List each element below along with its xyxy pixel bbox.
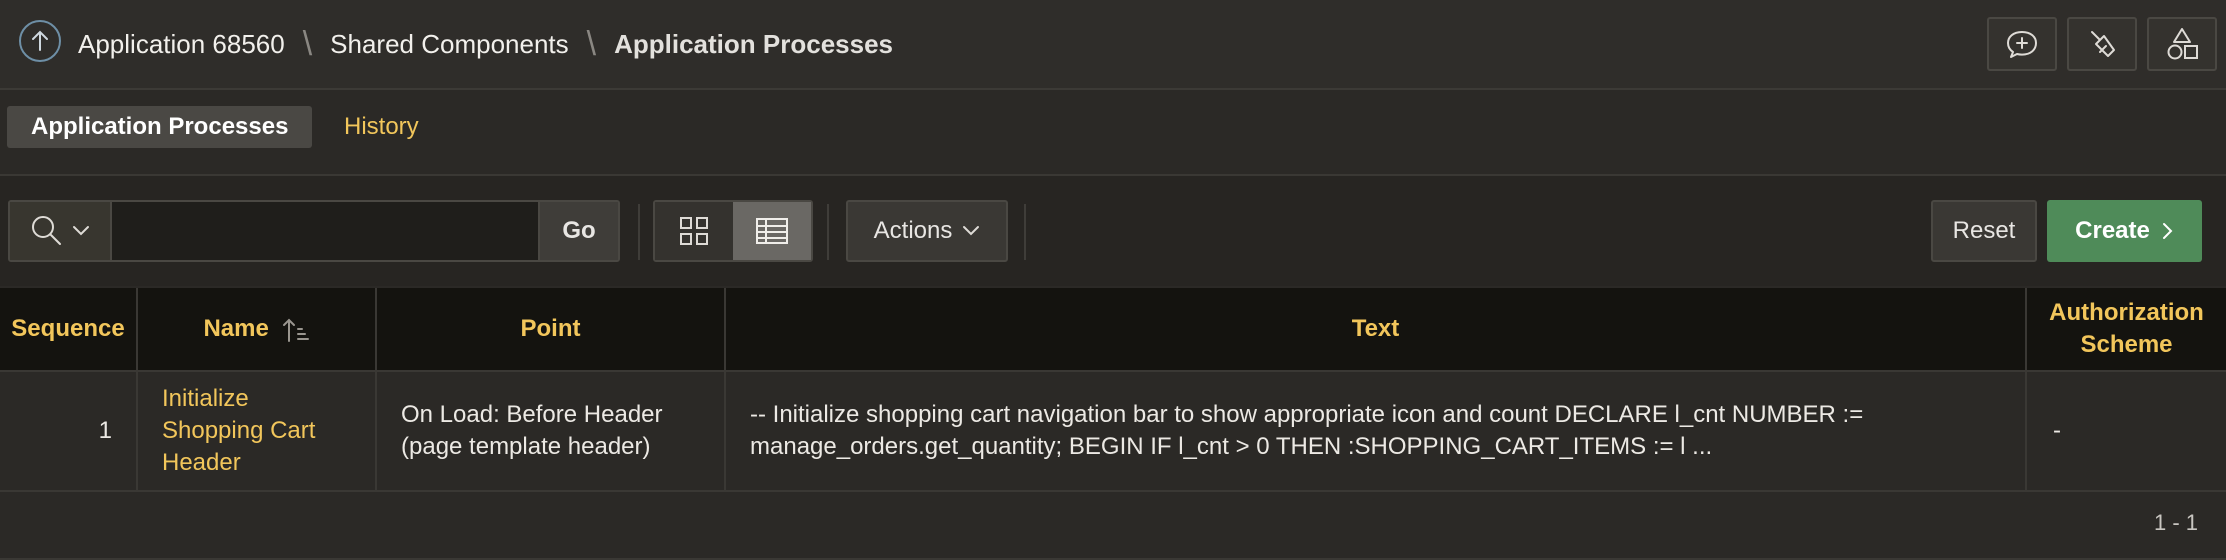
shared-components-button[interactable]	[2147, 17, 2217, 71]
sort-ascending-icon	[282, 318, 309, 342]
breadcrumb-separator: \	[302, 24, 313, 63]
column-header-authorization-scheme[interactable]: Authorization Scheme	[2026, 288, 2226, 372]
cell-sequence: 1	[0, 371, 138, 492]
cell-point: On Load: Before Header (page template he…	[376, 371, 726, 492]
table-header-row: Sequence Name Point Text Authorization S…	[0, 288, 2226, 372]
search-icon	[32, 216, 61, 245]
toolbar-divider	[827, 204, 829, 260]
toolbar-divider	[1024, 204, 1026, 260]
up-arrow-icon	[32, 30, 48, 51]
breadcrumb: Application 68560 \ Shared Components \ …	[78, 24, 893, 63]
table-footer: 1 - 1	[0, 492, 2226, 560]
chevron-down-icon	[963, 226, 980, 236]
cell-text: -- Initialize shopping cart navigation b…	[725, 371, 2027, 492]
chevron-down-icon	[73, 226, 89, 236]
go-button[interactable]: Go	[538, 202, 618, 260]
report-toolbar: Go Actions Reset Create	[0, 176, 2226, 286]
table-row: 1 Initialize Shopping Cart Header On Loa…	[0, 371, 2226, 492]
cell-authorization-scheme: -	[2026, 371, 2226, 492]
actions-menu-button[interactable]: Actions	[846, 200, 1008, 262]
actions-label: Actions	[873, 217, 953, 244]
sweep-button[interactable]	[2067, 17, 2137, 71]
search-group: Go	[8, 200, 620, 262]
pagination-range: 1 - 1	[2153, 510, 2198, 535]
report-view-button[interactable]	[733, 202, 811, 260]
shapes-icon	[2167, 28, 2198, 60]
chevron-right-icon	[2162, 223, 2173, 239]
column-header-name[interactable]: Name	[137, 288, 377, 372]
breadcrumb-separator: \	[586, 24, 597, 63]
breadcrumb-current: Application Processes	[614, 28, 893, 59]
tab-application-processes[interactable]: Application Processes	[7, 106, 313, 148]
create-button[interactable]: Create	[2047, 200, 2202, 262]
report-view-icon	[756, 218, 788, 244]
toolbar-divider	[638, 204, 640, 260]
breadcrumb-application[interactable]: Application 68560	[78, 29, 285, 60]
grid-view-icon	[680, 217, 708, 245]
create-label: Create	[2075, 217, 2150, 244]
feedback-icon	[2007, 31, 2037, 58]
processes-table: Sequence Name Point Text Authorization S…	[0, 288, 2226, 492]
column-header-sequence[interactable]: Sequence	[0, 288, 138, 372]
search-column-selector[interactable]	[10, 202, 112, 260]
tab-bar: Application Processes History	[0, 92, 2226, 176]
up-navigation-button[interactable]	[19, 20, 61, 62]
reset-button[interactable]: Reset	[1931, 200, 2037, 262]
column-header-point[interactable]: Point	[376, 288, 726, 372]
view-toggle	[653, 200, 813, 262]
grid-view-button[interactable]	[655, 202, 733, 260]
column-header-name-label: Name	[203, 315, 269, 342]
sweep-icon	[2091, 31, 2115, 57]
column-header-text[interactable]: Text	[725, 288, 2027, 372]
top-bar: Application 68560 \ Shared Components \ …	[0, 0, 2226, 90]
tab-history[interactable]: History	[320, 106, 443, 148]
feedback-button[interactable]	[1987, 17, 2057, 71]
breadcrumb-shared-components[interactable]: Shared Components	[330, 29, 568, 60]
search-input[interactable]	[112, 202, 538, 260]
cell-name-link[interactable]: Initialize Shopping Cart Header	[137, 371, 377, 492]
